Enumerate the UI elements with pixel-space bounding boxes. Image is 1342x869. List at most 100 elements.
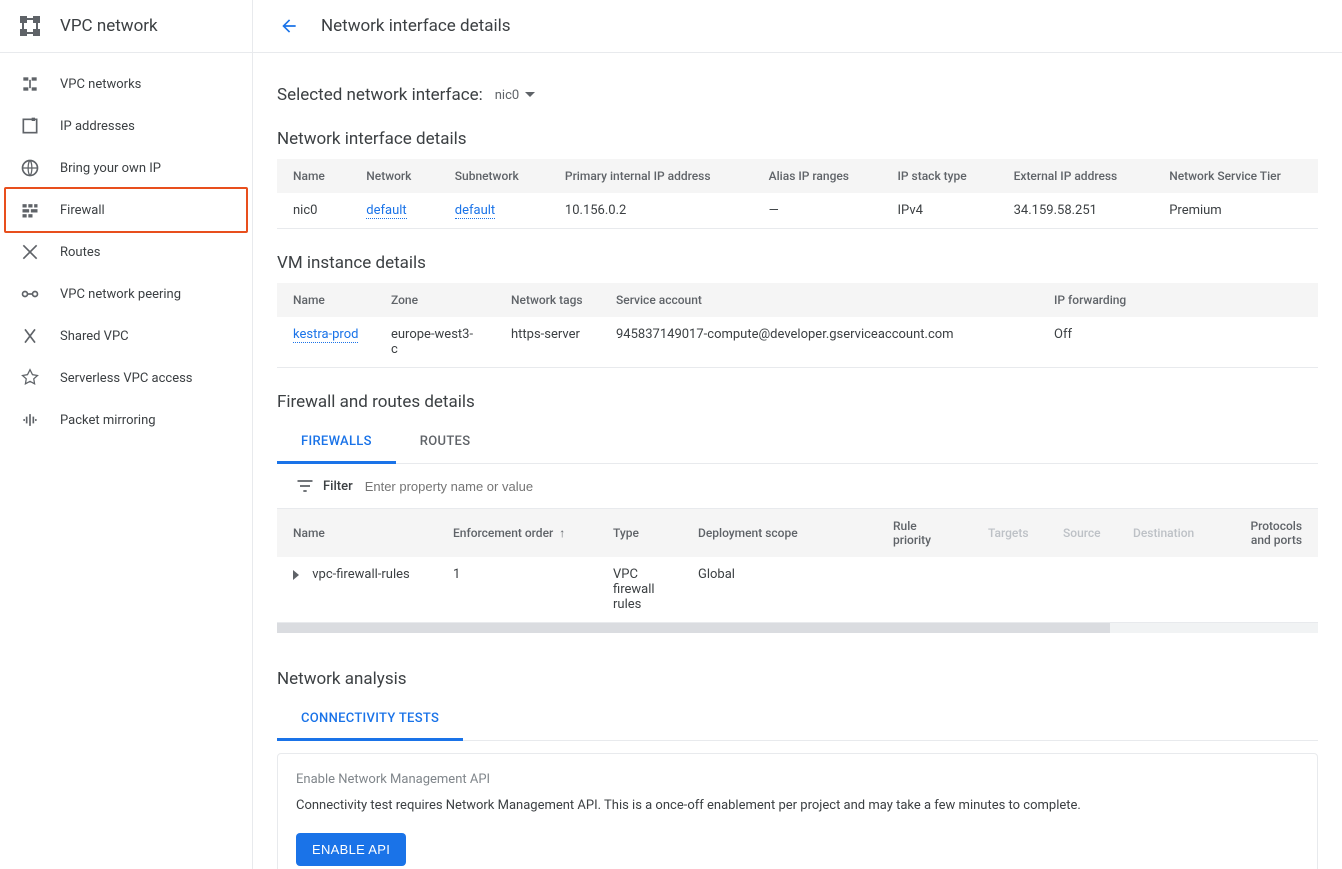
col-external-ip[interactable]: External IP address: [998, 159, 1154, 193]
sidebar-item-label: VPC network peering: [60, 287, 181, 302]
table-row: kestra-prod europe-west3-c https-server …: [277, 317, 1318, 368]
sidebar-item-serverless[interactable]: Serverless VPC access: [6, 357, 246, 399]
page-title: Network interface details: [321, 16, 511, 36]
sidebar-item-label: Firewall: [60, 203, 105, 218]
sidebar-item-routes[interactable]: Routes: [6, 231, 246, 273]
sidebar-item-label: VPC networks: [60, 77, 141, 92]
col-type[interactable]: Type: [597, 509, 682, 557]
vpc-product-icon: [18, 14, 42, 38]
sidebar-item-shared-vpc[interactable]: Shared VPC: [6, 315, 246, 357]
tab-connectivity-tests[interactable]: CONNECTIVITY TESTS: [277, 699, 463, 741]
serverless-icon: [20, 368, 40, 388]
col-alias[interactable]: Alias IP ranges: [753, 159, 882, 193]
col-tags[interactable]: Network tags: [495, 283, 600, 317]
page-header: Network interface details: [253, 0, 1342, 53]
tab-firewalls[interactable]: FIREWALLS: [277, 422, 396, 464]
sidebar-item-vpc-networks[interactable]: VPC networks: [6, 63, 246, 105]
enable-api-card: Enable Network Management API Connectivi…: [277, 753, 1318, 869]
section-title: Network interface details: [277, 129, 1318, 149]
sidebar-item-label: Shared VPC: [60, 329, 129, 344]
cell-scope: Global: [682, 557, 877, 623]
col-scope[interactable]: Deployment scope: [682, 509, 877, 557]
col-forwarding[interactable]: IP forwarding: [1038, 283, 1318, 317]
col-destination[interactable]: Destination: [1117, 509, 1212, 557]
section-title: VM instance details: [277, 253, 1318, 273]
card-text: Connectivity test requires Network Manag…: [296, 797, 1299, 815]
globe-icon: [20, 158, 40, 178]
sidebar-item-peering[interactable]: VPC network peering: [6, 273, 246, 315]
col-source[interactable]: Source: [1047, 509, 1117, 557]
routes-icon: [20, 242, 40, 262]
table-row[interactable]: vpc-firewall-rules 1 VPC firewall rules …: [277, 557, 1318, 623]
firewall-section: Firewall and routes details FIREWALLS RO…: [277, 392, 1318, 633]
sidebar-title: VPC network: [60, 16, 158, 36]
col-targets[interactable]: Targets: [972, 509, 1047, 557]
col-zone[interactable]: Zone: [375, 283, 495, 317]
back-button[interactable]: [277, 14, 301, 38]
ni-details-table: Name Network Subnetwork Primary internal…: [277, 159, 1318, 229]
col-protocols[interactable]: Protocols and ports: [1212, 509, 1318, 557]
tab-routes[interactable]: ROUTES: [396, 422, 495, 463]
cell-zone: europe-west3-c: [375, 317, 495, 368]
sidebar-item-firewall[interactable]: Firewall: [4, 187, 248, 233]
sidebar-item-label: IP addresses: [60, 119, 135, 134]
sidebar-header: VPC network: [0, 0, 252, 53]
sidebar-item-mirroring[interactable]: Packet mirroring: [6, 399, 246, 441]
sidebar-item-ip-addresses[interactable]: IP addresses: [6, 105, 246, 147]
cell-ip-stack: IPv4: [882, 193, 998, 229]
sidebar-item-label: Packet mirroring: [60, 413, 156, 428]
col-subnetwork[interactable]: Subnetwork: [439, 159, 549, 193]
sidebar-item-label: Routes: [60, 245, 100, 260]
col-name[interactable]: Name: [277, 509, 437, 557]
cell-forwarding: Off: [1038, 317, 1318, 368]
chevron-down-icon: [525, 90, 535, 100]
sidebar-item-byoip[interactable]: Bring your own IP: [6, 147, 246, 189]
dropdown-value: nic0: [495, 88, 519, 103]
vm-details-section: VM instance details Name Zone Network ta…: [277, 253, 1318, 368]
firewall-icon: [20, 200, 40, 220]
link-network[interactable]: default: [366, 203, 406, 219]
col-name[interactable]: Name: [277, 159, 350, 193]
link-subnetwork[interactable]: default: [455, 203, 495, 219]
col-enforcement[interactable]: Enforcement order↑: [437, 509, 597, 557]
filter-bar: Filter: [277, 464, 1318, 509]
caret-right-icon[interactable]: [291, 570, 301, 580]
cell-tier: Premium: [1153, 193, 1318, 229]
cell-type: VPC firewall rules: [597, 557, 682, 623]
enable-api-button[interactable]: ENABLE API: [296, 833, 406, 866]
horizontal-scrollbar[interactable]: [277, 623, 1318, 633]
arrow-left-icon: [279, 16, 299, 36]
card-subtitle: Enable Network Management API: [296, 772, 1299, 787]
cell-tags: https-server: [495, 317, 600, 368]
vm-details-table: Name Zone Network tags Service account I…: [277, 283, 1318, 368]
col-name[interactable]: Name: [277, 283, 375, 317]
filter-label: Filter: [323, 479, 353, 494]
col-tier[interactable]: Network Service Tier: [1153, 159, 1318, 193]
filter-input[interactable]: [365, 479, 1300, 494]
cell-enforcement: 1: [437, 557, 597, 623]
selected-label: Selected network interface:: [277, 85, 483, 105]
col-service-account[interactable]: Service account: [600, 283, 1038, 317]
ni-details-section: Network interface details Name Network S…: [277, 129, 1318, 229]
cell-external-ip: 34.159.58.251: [998, 193, 1154, 229]
link-vm-name[interactable]: kestra-prod: [293, 327, 358, 343]
shared-vpc-icon: [20, 326, 40, 346]
cell-service-account: 945837149017-compute@developer.gservicea…: [600, 317, 1038, 368]
main-content: Network interface details Selected netwo…: [253, 0, 1342, 869]
cell-alias: —: [753, 193, 882, 229]
interface-dropdown[interactable]: nic0: [495, 88, 535, 103]
analysis-section: Network analysis CONNECTIVITY TESTS Enab…: [277, 669, 1318, 869]
sidebar-item-label: Serverless VPC access: [60, 371, 193, 386]
filter-icon: [295, 476, 315, 496]
col-priority[interactable]: Rule priority: [877, 509, 972, 557]
sidebar-item-label: Bring your own IP: [60, 161, 161, 176]
analysis-tabs: CONNECTIVITY TESTS: [277, 699, 1318, 741]
col-primary-ip[interactable]: Primary internal IP address: [549, 159, 753, 193]
sidebar: VPC network VPC networks IP addresses Br…: [0, 0, 253, 869]
sort-up-icon: ↑: [559, 526, 565, 540]
cell-name: nic0: [277, 193, 350, 229]
col-ip-stack[interactable]: IP stack type: [882, 159, 998, 193]
mirroring-icon: [20, 410, 40, 430]
peering-icon: [20, 284, 40, 304]
col-network[interactable]: Network: [350, 159, 439, 193]
